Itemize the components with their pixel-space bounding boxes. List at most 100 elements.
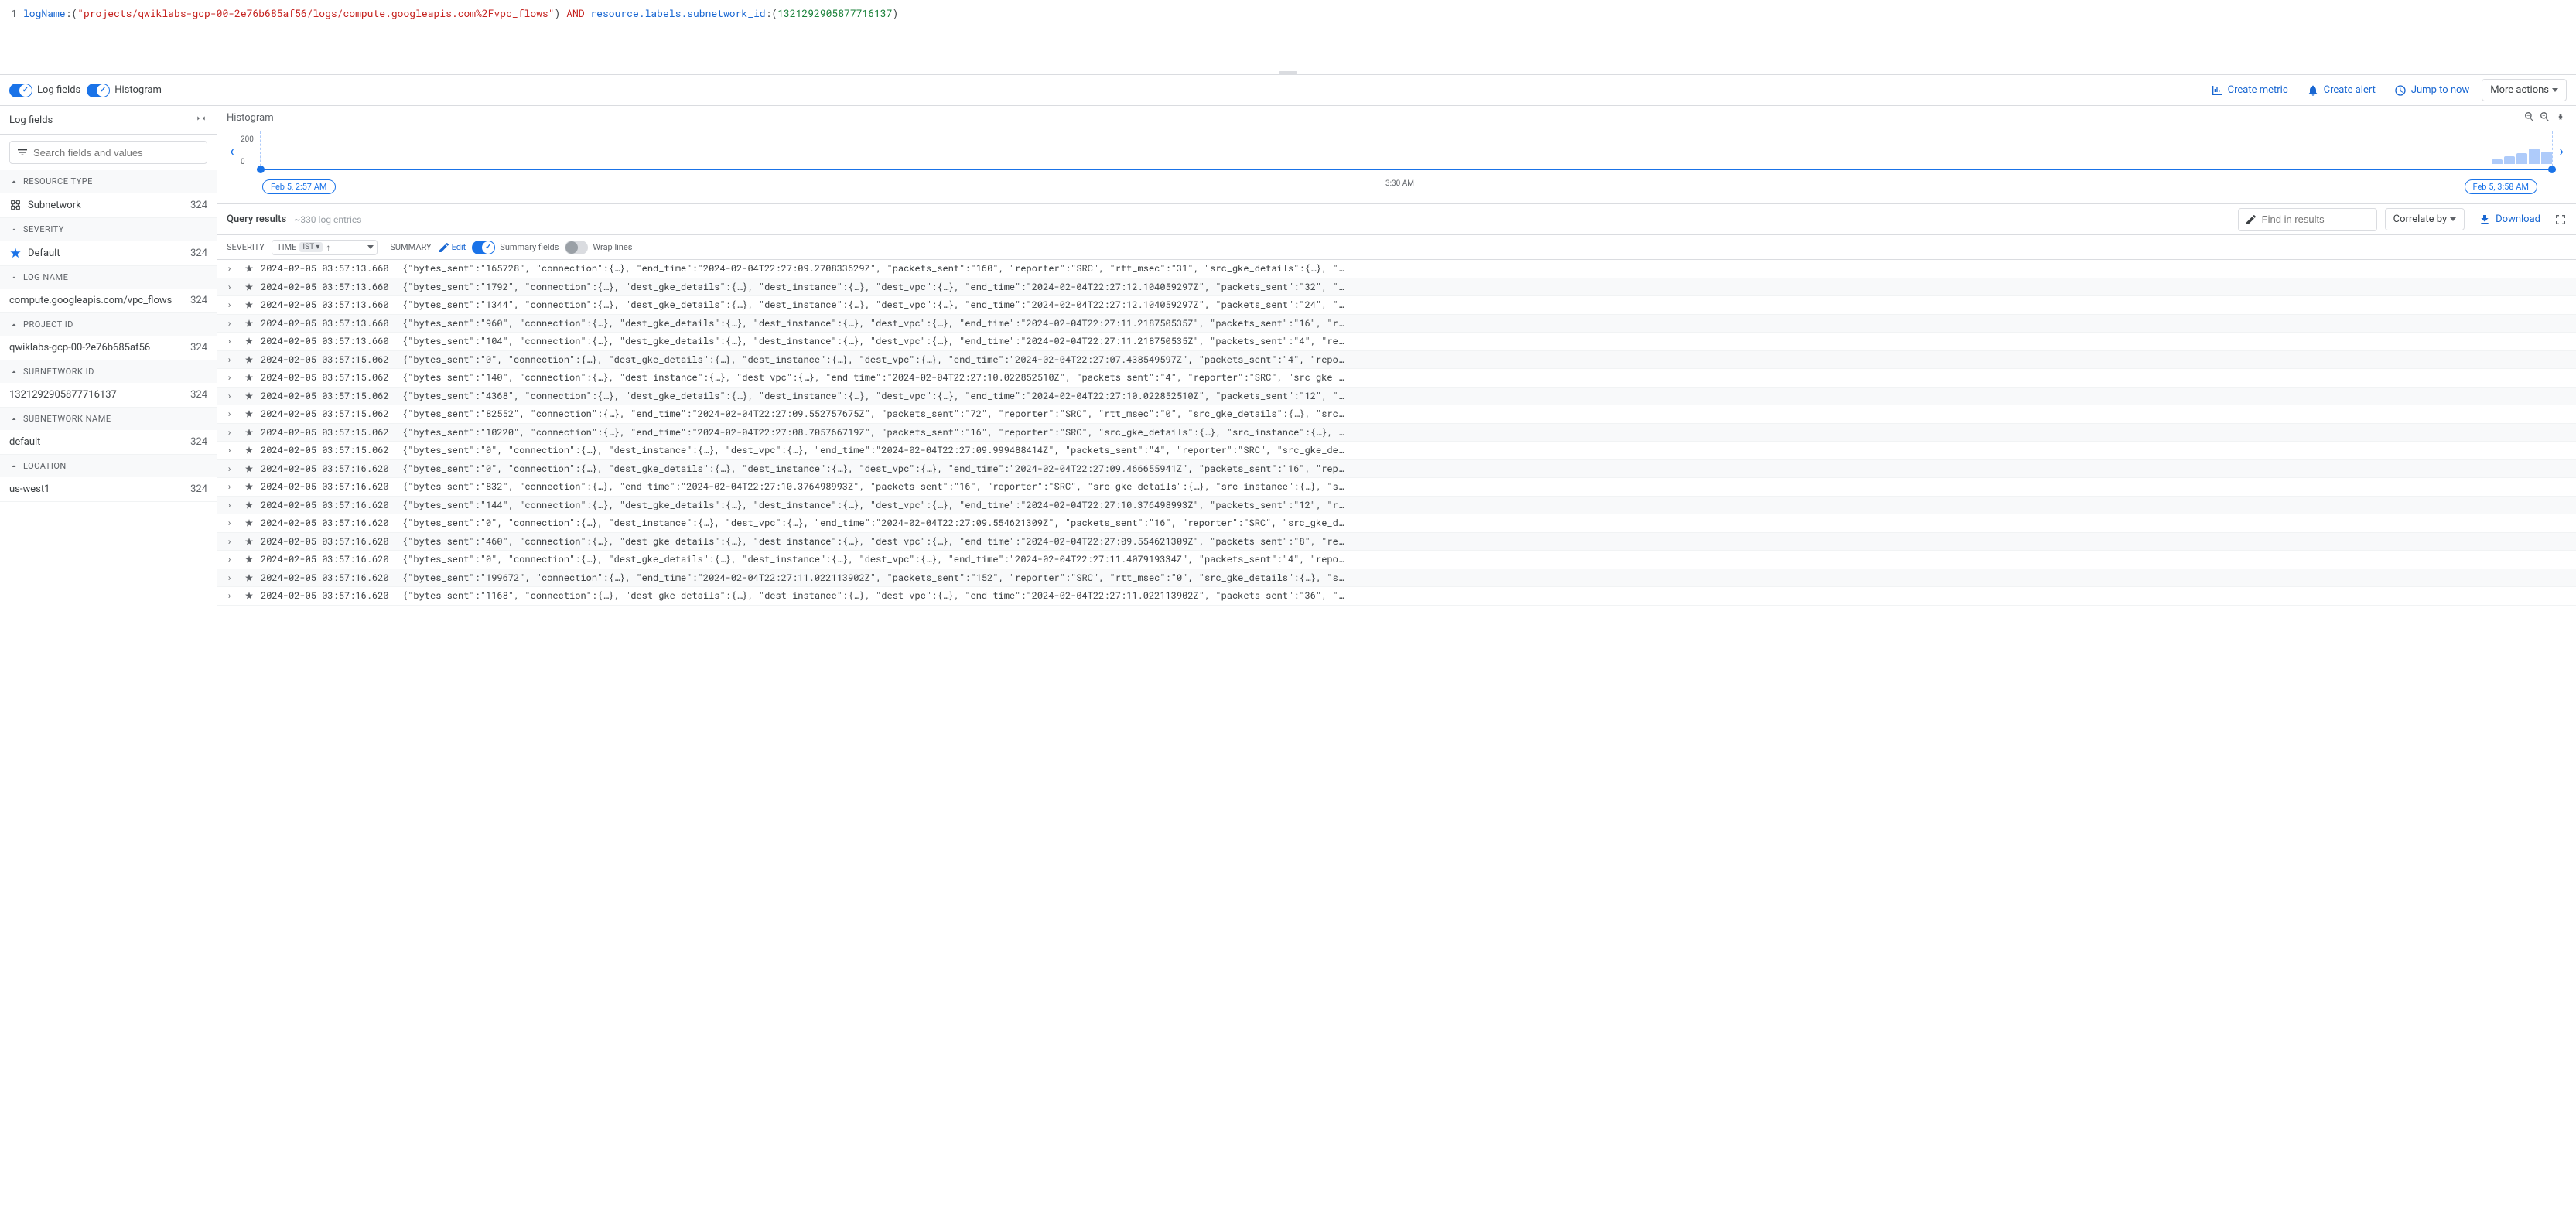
- resize-handle[interactable]: [1279, 71, 1297, 74]
- pencil-icon: [2245, 213, 2257, 226]
- expand-row-icon[interactable]: ›: [227, 589, 237, 602]
- col-time[interactable]: TIME IST ▾ ↑: [272, 240, 378, 255]
- log-row[interactable]: ›2024-02-05 03:57:15.062{"bytes_sent":"0…: [217, 351, 2576, 370]
- log-row[interactable]: ›2024-02-05 03:57:15.062{"bytes_sent":"0…: [217, 442, 2576, 460]
- facet-header[interactable]: SUBNETWORK ID: [0, 360, 217, 383]
- expand-row-icon[interactable]: ›: [227, 299, 237, 311]
- expand-row-icon[interactable]: ›: [227, 317, 237, 330]
- histogram-chart[interactable]: [260, 131, 2553, 170]
- range-end-chip[interactable]: Feb 5, 3:58 AM: [2465, 179, 2538, 194]
- expand-row-icon[interactable]: ›: [227, 390, 237, 402]
- log-timestamp: 2024-02-05 03:57:16.620: [261, 517, 396, 529]
- log-row[interactable]: ›2024-02-05 03:57:13.660{"bytes_sent":"1…: [217, 278, 2576, 297]
- log-row[interactable]: ›2024-02-05 03:57:16.620{"bytes_sent":"1…: [217, 569, 2576, 588]
- create-alert-button[interactable]: Create alert: [2301, 81, 2382, 100]
- log-summary: {"bytes_sent":"0", "connection":{…}, "de…: [402, 444, 2567, 456]
- histogram-bar[interactable]: [2529, 149, 2540, 164]
- timezone-chip[interactable]: IST ▾: [299, 242, 323, 252]
- y-axis: 200 0: [241, 135, 257, 166]
- chevron-down-icon[interactable]: [367, 245, 374, 249]
- range-end-handle[interactable]: [2548, 166, 2556, 173]
- facet-header[interactable]: LOCATION: [0, 455, 217, 477]
- facet-item[interactable]: Default324: [0, 241, 217, 265]
- facet-item[interactable]: Subnetwork324: [0, 193, 217, 217]
- jump-to-now-button[interactable]: Jump to now: [2388, 81, 2475, 100]
- histogram-panel: Histogram ‹ 200 0 ›: [217, 106, 2576, 204]
- log-row[interactable]: ›2024-02-05 03:57:16.620{"bytes_sent":"0…: [217, 514, 2576, 533]
- histogram-bar[interactable]: [2504, 156, 2515, 164]
- download-button[interactable]: Download: [2472, 210, 2547, 229]
- log-row[interactable]: ›2024-02-05 03:57:16.620{"bytes_sent":"1…: [217, 497, 2576, 515]
- toggle-log-fields[interactable]: Log fields: [9, 84, 80, 97]
- range-start-handle[interactable]: [257, 166, 265, 173]
- find-in-results-input[interactable]: [2238, 208, 2377, 231]
- collapse-icon[interactable]: [195, 112, 207, 128]
- facet-header[interactable]: LOG NAME: [0, 266, 217, 289]
- expand-row-icon[interactable]: ›: [227, 480, 237, 493]
- sort-asc-icon[interactable]: ↑: [326, 242, 330, 253]
- facet-header[interactable]: SUBNETWORK NAME: [0, 408, 217, 430]
- histogram-bar[interactable]: [2492, 159, 2503, 164]
- fullscreen-icon[interactable]: [2554, 213, 2567, 226]
- log-row[interactable]: ›2024-02-05 03:57:16.620{"bytes_sent":"0…: [217, 551, 2576, 569]
- zoom-out-icon[interactable]: [2523, 111, 2536, 123]
- log-row[interactable]: ›2024-02-05 03:57:13.660{"bytes_sent":"1…: [217, 296, 2576, 315]
- log-row[interactable]: ›2024-02-05 03:57:15.062{"bytes_sent":"4…: [217, 388, 2576, 406]
- expand-row-icon[interactable]: ›: [227, 535, 237, 548]
- facet-item[interactable]: 1321292905877716137324: [0, 383, 217, 407]
- expand-row-icon[interactable]: ›: [227, 281, 237, 293]
- log-row[interactable]: ›2024-02-05 03:57:15.062{"bytes_sent":"1…: [217, 369, 2576, 388]
- histogram-bar[interactable]: [2516, 153, 2527, 164]
- expand-row-icon[interactable]: ›: [227, 463, 237, 475]
- expand-row-icon[interactable]: ›: [227, 408, 237, 420]
- expand-row-icon[interactable]: ›: [227, 553, 237, 565]
- log-row[interactable]: ›2024-02-05 03:57:13.660{"bytes_sent":"1…: [217, 333, 2576, 351]
- expand-row-icon[interactable]: ›: [227, 335, 237, 347]
- log-timestamp: 2024-02-05 03:57:13.660: [261, 317, 396, 330]
- expand-row-icon[interactable]: ›: [227, 262, 237, 275]
- histogram-prev-button[interactable]: ‹: [227, 142, 237, 160]
- correlate-by-button[interactable]: Correlate by: [2385, 208, 2465, 230]
- log-row[interactable]: ›2024-02-05 03:57:16.620{"bytes_sent":"8…: [217, 478, 2576, 497]
- log-table[interactable]: ›2024-02-05 03:57:13.660{"bytes_sent":"1…: [217, 260, 2576, 1219]
- expand-row-icon[interactable]: ›: [227, 517, 237, 529]
- facet-count: 324: [190, 295, 207, 306]
- facet-item[interactable]: default324: [0, 430, 217, 454]
- toggle-summary-fields[interactable]: Summary fields: [472, 241, 559, 254]
- facet-header[interactable]: PROJECT ID: [0, 313, 217, 336]
- expand-row-icon[interactable]: ›: [227, 572, 237, 584]
- log-summary: {"bytes_sent":"82552", "connection":{…},…: [402, 408, 2567, 420]
- expand-row-icon[interactable]: ›: [227, 426, 237, 439]
- log-row[interactable]: ›2024-02-05 03:57:13.660{"bytes_sent":"9…: [217, 315, 2576, 333]
- search-fields-input[interactable]: [9, 141, 207, 164]
- query-editor[interactable]: 1 logName:("projects/qwiklabs-gcp-00-2e7…: [0, 0, 2576, 75]
- expand-row-icon[interactable]: ›: [227, 353, 237, 366]
- zoom-in-icon[interactable]: [2539, 111, 2551, 123]
- log-row[interactable]: ›2024-02-05 03:57:15.062{"bytes_sent":"1…: [217, 424, 2576, 442]
- col-severity[interactable]: SEVERITY: [227, 242, 265, 252]
- range-start-chip[interactable]: Feb 5, 2:57 AM: [262, 179, 336, 194]
- facet-item[interactable]: us-west1324: [0, 477, 217, 501]
- histogram-next-button[interactable]: ›: [2556, 142, 2567, 160]
- toggle-wrap-lines[interactable]: Wrap lines: [565, 241, 632, 254]
- log-row[interactable]: ›2024-02-05 03:57:15.062{"bytes_sent":"8…: [217, 405, 2576, 424]
- toggle-histogram[interactable]: Histogram: [87, 84, 162, 97]
- log-row[interactable]: ›2024-02-05 03:57:13.660{"bytes_sent":"1…: [217, 260, 2576, 278]
- log-row[interactable]: ›2024-02-05 03:57:16.620{"bytes_sent":"1…: [217, 587, 2576, 606]
- facet-item[interactable]: qwiklabs-gcp-00-2e76b685af56324: [0, 336, 217, 360]
- chevron-up-icon: [9, 367, 19, 377]
- expand-row-icon[interactable]: ›: [227, 499, 237, 511]
- log-row[interactable]: ›2024-02-05 03:57:16.620{"bytes_sent":"0…: [217, 460, 2576, 479]
- expand-row-icon[interactable]: ›: [227, 444, 237, 456]
- edit-summary-button[interactable]: Edit: [438, 241, 466, 254]
- create-metric-button[interactable]: Create metric: [2205, 81, 2294, 100]
- more-actions-button[interactable]: More actions: [2482, 79, 2567, 101]
- histogram-bar[interactable]: [2541, 152, 2552, 164]
- query-text[interactable]: logName:("projects/qwiklabs-gcp-00-2e76b…: [23, 6, 2576, 20]
- facet-header[interactable]: SEVERITY: [0, 218, 217, 241]
- expand-row-icon[interactable]: ›: [227, 371, 237, 384]
- log-row[interactable]: ›2024-02-05 03:57:16.620{"bytes_sent":"4…: [217, 533, 2576, 551]
- facet-item[interactable]: compute.googleapis.com/vpc_flows324: [0, 289, 217, 312]
- facet-header[interactable]: RESOURCE TYPE: [0, 170, 217, 193]
- expand-icon[interactable]: [2554, 111, 2567, 123]
